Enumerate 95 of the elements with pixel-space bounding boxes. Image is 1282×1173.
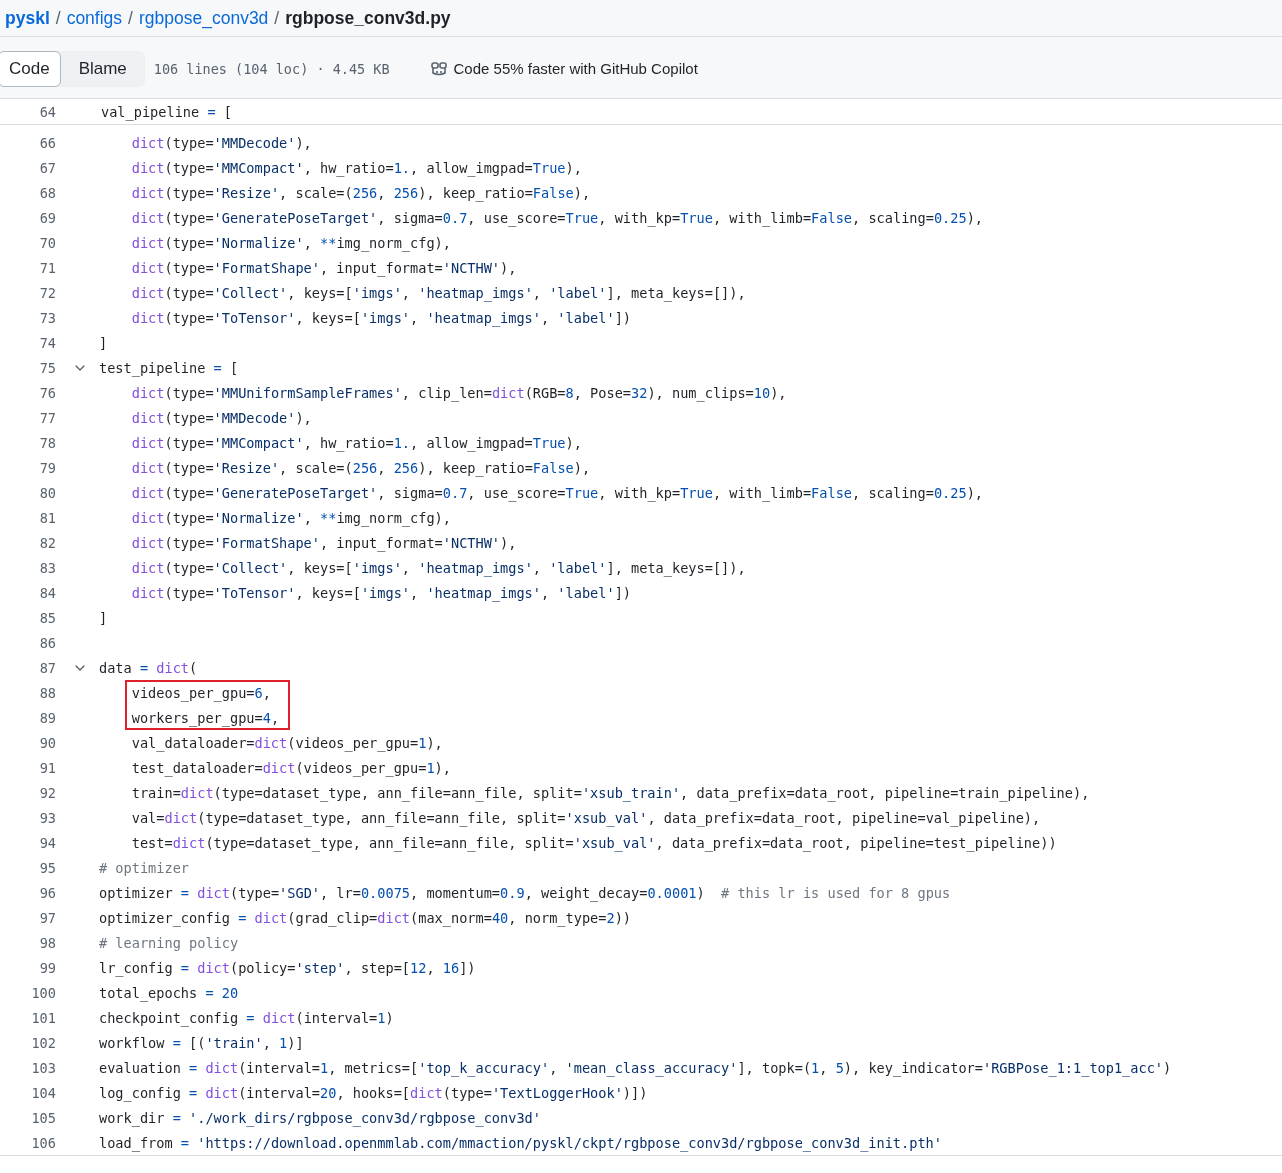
line-number: 74 bbox=[38, 334, 56, 351]
line-number: 64 bbox=[38, 103, 56, 120]
line-number: 70 bbox=[38, 234, 56, 251]
code-line: test=dict(type=dataset_type, ann_file=ann_file, split='xsub_val', data_prefix=data_root, pipeline=test_pipeline)) bbox=[131, 834, 1057, 851]
line-number: 72 bbox=[38, 284, 56, 301]
view-tab[interactable]: Blame bbox=[60, 50, 145, 87]
code-line: dict(type='ToTensor', keys=['imgs', 'heatmap_imgs', 'label']) bbox=[131, 309, 632, 326]
line-number: 100 bbox=[30, 984, 56, 1001]
line-number: 87 bbox=[38, 659, 56, 676]
line-number: 86 bbox=[38, 634, 56, 651]
line-number: 68 bbox=[38, 184, 56, 201]
line-number: 96 bbox=[38, 884, 56, 901]
code-line: total_epochs = 20 bbox=[99, 984, 239, 1001]
code-line: dict(type='ToTensor', keys=['imgs', 'heatmap_imgs', 'label']) bbox=[131, 584, 632, 601]
breadcrumb-separator: / bbox=[128, 7, 133, 29]
view-tab[interactable]: Code bbox=[0, 50, 61, 87]
line-number: 90 bbox=[38, 734, 56, 751]
file-info: 106 lines (104 loc) · 4.45 KB bbox=[153, 60, 390, 77]
line-number: 84 bbox=[38, 584, 56, 601]
line-number: 75 bbox=[38, 359, 56, 376]
breadcrumb-separator: / bbox=[274, 7, 280, 29]
code-line: dict(type='FormatShape', input_format='NCTHW'), bbox=[131, 534, 517, 551]
code-line: lr_config = dict(policy='step', step=[12, 16]) bbox=[99, 959, 476, 976]
code-line: train=dict(type=dataset_type, ann_file=ann_file, split='xsub_train', data_prefix=data_root, pipeline=train_pipeline), bbox=[131, 784, 1090, 801]
code-line: # learning policy bbox=[99, 934, 239, 951]
line-number: 94 bbox=[38, 834, 56, 851]
code-line: dict(type='Normalize', **img_norm_cfg), bbox=[131, 234, 451, 251]
line-number: 99 bbox=[38, 959, 56, 976]
code-line: workers_per_gpu=4, bbox=[131, 709, 280, 726]
line-number: 77 bbox=[38, 409, 56, 426]
line-number: 85 bbox=[38, 609, 56, 626]
breadcrumb-separator: / bbox=[55, 7, 61, 29]
code-line: dict(type='MMCompact', hw_ratio=1., allow_imgpad=True), bbox=[131, 159, 582, 176]
code-line: dict(type='MMDecode'), bbox=[131, 409, 312, 426]
line-number: 102 bbox=[30, 1034, 56, 1051]
code-line: log_config = dict(interval=20, hooks=[dict(type='TextLoggerHook')]) bbox=[99, 1084, 648, 1101]
line-number: 76 bbox=[38, 384, 56, 401]
line-number: 92 bbox=[38, 784, 56, 801]
line-number: 81 bbox=[38, 509, 56, 526]
code-line: val_pipeline = [ bbox=[101, 103, 232, 120]
line-number: 69 bbox=[38, 209, 56, 226]
code-line: dict(type='Collect', keys=['imgs', 'heatmap_imgs', 'label'], meta_keys=[]), bbox=[131, 559, 746, 576]
line-number: 101 bbox=[30, 1009, 56, 1026]
line-number: 78 bbox=[38, 434, 56, 451]
code-line: optimizer = dict(type='SGD', lr=0.0075, momentum=0.9, weight_decay=0.0001) # this lr is used for 8 gpus bbox=[99, 884, 951, 901]
line-number: 82 bbox=[38, 534, 56, 551]
line-number: 98 bbox=[38, 934, 56, 951]
code-line: dict(type='Resize', scale=(256, 256), keep_ratio=False), bbox=[131, 184, 591, 201]
code-line: dict(type='FormatShape', input_format='NCTHW'), bbox=[131, 259, 517, 276]
line-number: 91 bbox=[38, 759, 56, 776]
code-line: data = dict( bbox=[99, 659, 198, 676]
line-number: 67 bbox=[38, 159, 56, 176]
code-line: test_dataloader=dict(videos_per_gpu=1), bbox=[131, 759, 451, 776]
code-line: checkpoint_config = dict(interval=1) bbox=[99, 1009, 394, 1026]
file-name: rgbpose_conv3d.py bbox=[285, 7, 451, 29]
code-line: ] bbox=[99, 609, 108, 626]
breadcrumb-link[interactable]: rgbpose_conv3d bbox=[138, 7, 269, 29]
robot-face-icon bbox=[429, 60, 448, 77]
line-number: 88 bbox=[38, 684, 56, 701]
code-line: val=dict(type=dataset_type, ann_file=ann_file, split='xsub_val', data_prefix=data_root, pipeline=val_pipeline), bbox=[131, 809, 1041, 826]
code-line: val_dataloader=dict(videos_per_gpu=1), bbox=[131, 734, 443, 751]
code-line: evaluation = dict(interval=1, metrics=['top_k_accuracy', 'mean_class_accuracy'], topk=(1, 5), key_indicator='RGBPose_1:1_top1_acc') bbox=[99, 1059, 1172, 1076]
line-number: 97 bbox=[38, 909, 56, 926]
code-line: dict(type='MMDecode'), bbox=[131, 134, 312, 151]
line-number: 89 bbox=[38, 709, 56, 726]
code-line: videos_per_gpu=6, bbox=[131, 684, 271, 701]
code-line: dict(type='Resize', scale=(256, 256), keep_ratio=False), bbox=[131, 459, 591, 476]
line-number: 83 bbox=[38, 559, 56, 576]
code-line: dict(type='Normalize', **img_norm_cfg), bbox=[131, 509, 451, 526]
line-number: 95 bbox=[38, 859, 56, 876]
code-line: dict(type='Collect', keys=['imgs', 'heatmap_imgs', 'label'], meta_keys=[]), bbox=[131, 284, 746, 301]
code-line: optimizer_config = dict(grad_clip=dict(max_norm=40, norm_type=2)) bbox=[99, 909, 632, 926]
code-line: test_pipeline = [ bbox=[99, 359, 239, 376]
breadcrumb-link[interactable]: configs bbox=[66, 7, 123, 29]
code-line: work_dir = './work_dirs/rgbpose_conv3d/rgbpose_conv3d' bbox=[99, 1109, 541, 1126]
code-line: workflow = [('train', 1)] bbox=[99, 1034, 304, 1051]
code-line: dict(type='MMUniformSampleFrames', clip_len=dict(RGB=8, Pose=32), num_clips=10), bbox=[131, 384, 787, 401]
code-line: load_from = 'https://download.openmmlab.com/mmaction/pyskl/ckpt/rgbpose_conv3d/rgbpose_conv3d_init.pth' bbox=[99, 1134, 942, 1151]
line-number: 80 bbox=[38, 484, 56, 501]
line-number: 71 bbox=[38, 259, 56, 276]
breadcrumb-link[interactable]: pyskl bbox=[5, 7, 50, 29]
code-line: dict(type='MMCompact', hw_ratio=1., allow_imgpad=True), bbox=[131, 434, 582, 451]
line-number: 73 bbox=[38, 309, 56, 326]
line-number: 103 bbox=[30, 1059, 56, 1076]
line-number: 104 bbox=[30, 1084, 56, 1101]
line-number: 105 bbox=[30, 1109, 56, 1126]
line-number: 106 bbox=[30, 1134, 56, 1151]
code-line: # optimizer bbox=[99, 859, 190, 876]
code-line: dict(type='GeneratePoseTarget', sigma=0.7, use_score=True, with_kp=True, with_limb=False, scaling=0.25), bbox=[131, 484, 983, 501]
code-line: dict(type='GeneratePoseTarget', sigma=0.7, use_score=True, with_kp=True, with_limb=False, scaling=0.25), bbox=[131, 209, 983, 226]
code-line: ] bbox=[99, 334, 108, 351]
copilot-button[interactable]: Code 55% faster with GitHub Copilot bbox=[429, 60, 698, 77]
line-number: 93 bbox=[38, 809, 56, 826]
line-number: 66 bbox=[38, 134, 56, 151]
line-number: 79 bbox=[38, 459, 56, 476]
